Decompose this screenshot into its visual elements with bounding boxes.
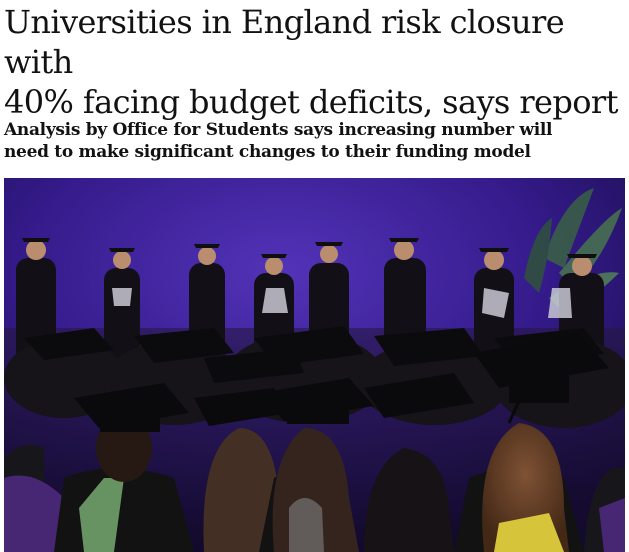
article-standfirst: Analysis by Office for Students says inc…	[4, 119, 626, 163]
headline-line-2: 40% facing budget deficits, says report	[4, 83, 618, 121]
standfirst-line-2: need to make significant changes to thei…	[4, 142, 531, 162]
headline-line-1: Universities in England risk closure wit…	[4, 3, 565, 81]
article-photo	[4, 178, 625, 552]
standfirst-line-1: Analysis by Office for Students says inc…	[4, 120, 553, 140]
article-headline: Universities in England risk closure wit…	[4, 2, 626, 122]
graduation-ceremony-image	[4, 178, 625, 552]
